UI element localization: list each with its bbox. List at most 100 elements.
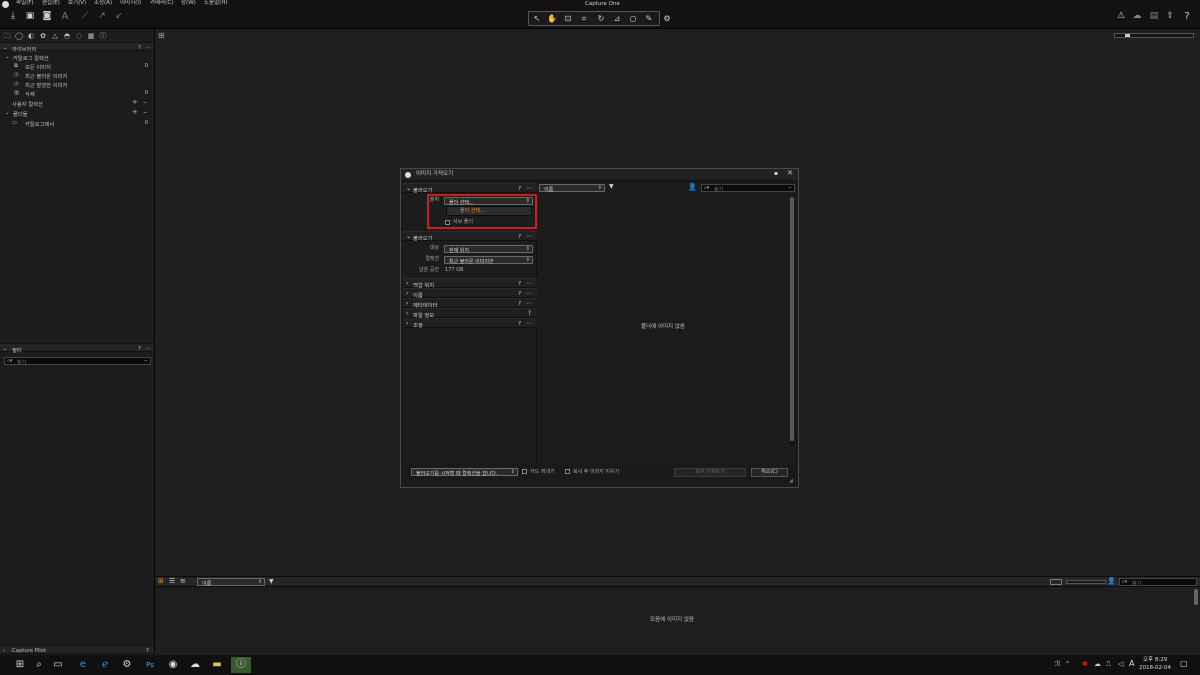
browser-search-input[interactable]: ⌕▾ 찾기 − [701, 184, 795, 193]
grid-view-icon[interactable]: ⊞ [158, 578, 164, 585]
folders-header[interactable]: ⌄ 폴더들 + − [0, 108, 154, 118]
grid-view-icon[interactable]: ⊞ [158, 32, 165, 40]
minus-icon[interactable]: − [143, 100, 147, 106]
browser-search-input[interactable]: ⌕▾ 찾기 [1119, 578, 1197, 587]
lens-tab-icon[interactable]: ◐ [26, 31, 36, 41]
help-icon[interactable]: ? [138, 346, 141, 352]
close-icon[interactable]: ✕ [787, 170, 793, 177]
more-icon[interactable]: ⋯ [526, 290, 532, 297]
metadata-tab-icon[interactable]: ▦ [86, 31, 96, 41]
menu-file[interactable]: 파일(F) [16, 0, 34, 7]
more-icon[interactable]: ⋯ [526, 233, 532, 240]
import-all-button[interactable]: 모두 가져오기 [674, 468, 746, 477]
ie-icon[interactable]: ℯ [97, 657, 113, 673]
list-item[interactable]: ◷ 최근 불러온 이미지 [0, 70, 154, 80]
browser-scrollbar[interactable] [1194, 589, 1198, 605]
menu-view[interactable]: 보기(V) [68, 0, 86, 7]
print-icon[interactable]: ▤ [1147, 12, 1161, 26]
clock-time[interactable]: 오후 8:29 [1143, 657, 1167, 664]
user-collections-header[interactable]: 사용자 컬렉션 + − [0, 98, 154, 108]
list-item[interactable]: ▥ 삭제 0 [0, 88, 154, 98]
filter-header[interactable]: ⌄ 필터 ? ⋯ [0, 343, 154, 354]
menu-help[interactable]: 도움말(H) [204, 0, 228, 7]
sort-select[interactable]: 이름 ⇕ [539, 184, 605, 193]
export-icon[interactable]: ⇪ [1163, 12, 1177, 26]
search-icon[interactable]: ⌕ [31, 657, 47, 673]
text-tool-icon[interactable]: A [58, 12, 72, 26]
adjustments-header[interactable]: › 조정 ? ⋯ [403, 318, 537, 329]
media-player-icon[interactable]: ◉ [165, 657, 181, 673]
help-icon[interactable]: ? [518, 301, 521, 307]
volume-icon[interactable]: ◁ [1118, 661, 1123, 668]
network-icon[interactable]: ⎍ [1106, 661, 1111, 668]
tray-app-icon[interactable]: ✱ [1082, 661, 1088, 668]
library-tab-icon[interactable]: 🗀 [2, 31, 12, 41]
loupe-icon[interactable]: ⊡ [561, 12, 575, 25]
capture-tab-icon[interactable]: ◯ [14, 31, 24, 41]
help-icon[interactable]: ? [1180, 12, 1194, 26]
file-info-header[interactable]: › 파일 정보 ? [403, 308, 537, 319]
browser-sort-select[interactable]: 이름 ⇕ [197, 578, 265, 587]
menu-camera[interactable]: 카메라(C) [150, 0, 173, 7]
menu-window[interactable]: 창(W) [181, 0, 196, 7]
app-icon[interactable]: ⚙ [119, 657, 135, 673]
filmstrip-view-icon[interactable]: ≡ [180, 578, 186, 585]
help-icon[interactable]: ? [518, 186, 521, 192]
select-cursor-icon[interactable]: ↖ [530, 12, 544, 25]
list-item[interactable]: ⧉ 모든 이미지 0 [0, 61, 154, 71]
keystone-icon[interactable]: ⊿ [610, 12, 624, 25]
import-icon[interactable]: ⤓ [6, 12, 20, 26]
menu-adjust[interactable]: 조정(A) [94, 0, 112, 7]
more-icon[interactable]: ⋯ [146, 45, 151, 51]
resize-grip-icon[interactable]: ◢ [789, 479, 793, 484]
picker-icon[interactable]: ⚙ [660, 12, 674, 25]
user-icon[interactable]: 👤 [688, 184, 697, 191]
menu-edit[interactable]: 편집(E) [42, 0, 60, 7]
library-header[interactable]: ⌄ 라이브러리 ? ⋯ [0, 42, 154, 53]
warning-icon[interactable]: ⚠ [1114, 12, 1128, 26]
destination-select[interactable]: 현재 위치 ⇕ [444, 245, 533, 254]
metadata-header[interactable]: › 메타데이터 ? ⋯ [403, 298, 537, 309]
help-icon[interactable]: ? [138, 45, 141, 51]
more-icon[interactable]: ⋯ [526, 185, 532, 192]
windows-start-icon[interactable]: ⊞ [12, 657, 28, 673]
help-icon[interactable]: ? [528, 310, 531, 317]
delete-after-copy-checkbox[interactable] [565, 469, 570, 474]
catalog-collections-header[interactable]: ⌄ 카탈로그 컬렉션 [0, 52, 154, 62]
import-from-header[interactable]: ⌄ 불러오기 ? ⋯ [403, 183, 537, 194]
more-icon[interactable]: ⋯ [146, 346, 151, 352]
clear-icon[interactable]: − [144, 358, 148, 364]
photoshop-icon[interactable]: Ps [142, 657, 158, 673]
add-icon[interactable]: + [132, 108, 138, 116]
sort-direction-icon[interactable]: ▼ [609, 184, 614, 190]
process-icon[interactable]: ◙ [40, 12, 54, 26]
cancel-button[interactable]: 취소(C) [751, 468, 788, 477]
task-view-icon[interactable]: ▭ [50, 657, 66, 673]
list-item[interactable]: ◷ 최근 촬영한 이미지 [0, 79, 154, 89]
capture-icon[interactable]: ▣ [23, 12, 37, 26]
more-icon[interactable]: ⋯ [526, 320, 532, 327]
add-icon[interactable]: + [132, 98, 138, 106]
help-icon[interactable]: ? [146, 648, 149, 654]
apply-adjust-icon[interactable]: ↙ [112, 12, 126, 26]
notifications-icon[interactable]: ▢ [1180, 660, 1188, 668]
spot-removal-icon[interactable]: ○ [626, 12, 640, 25]
more-icon[interactable]: ⋯ [526, 300, 532, 307]
sort-direction-icon[interactable]: ▼ [269, 579, 274, 585]
edge-icon[interactable]: e [75, 657, 91, 673]
cloud-app-icon[interactable]: ☁ [187, 657, 203, 673]
list-view-icon[interactable]: ☰ [169, 578, 175, 585]
copy-adjust-icon[interactable]: ↗ [95, 12, 109, 26]
help-icon[interactable]: ? [518, 281, 521, 287]
crop-icon[interactable]: ⌗ [577, 12, 591, 25]
brush-icon[interactable]: ✎ [642, 12, 656, 25]
backup-header[interactable]: › 백업 위치 ? ⋯ [403, 278, 537, 289]
help-icon[interactable]: ? [518, 291, 521, 297]
list-item[interactable]: ▭ 카탈로그에서 0 [0, 118, 154, 128]
rotate-icon[interactable]: ↻ [594, 12, 608, 25]
exposure-tab-icon[interactable]: △ [50, 31, 60, 41]
zoom-slider[interactable] [1114, 33, 1194, 38]
local-adjust-tab-icon[interactable]: ◌ [74, 31, 84, 41]
file-explorer-icon[interactable]: ▬ [209, 657, 225, 673]
naming-header[interactable]: › 이름 ? ⋯ [403, 288, 537, 299]
